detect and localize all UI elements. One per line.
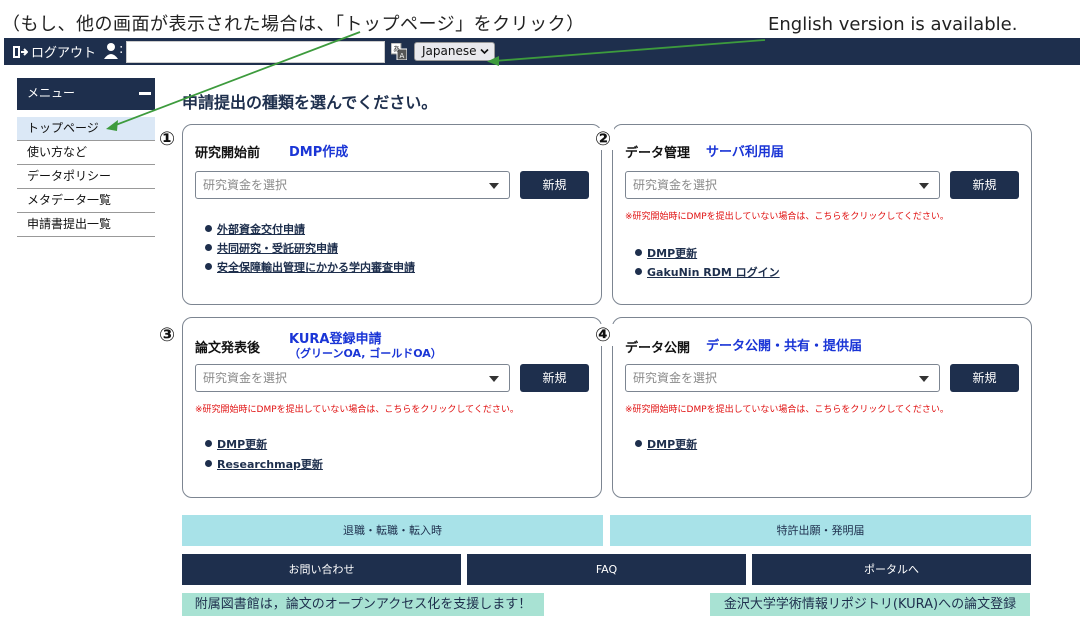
dropdown-arrow-icon [919,183,929,189]
dropdown-arrow-icon [489,183,499,189]
link-dmp-update[interactable]: DMP更新 [205,436,267,452]
annotation-english-note: English version is available. [768,14,1018,35]
card-subtitle: データ公開・共有・提供届 [706,339,863,354]
link-external-funding[interactable]: 外部資金交付申請 [205,221,305,237]
kura-registration-note[interactable]: 金沢大学学術情報リポジトリ(KURA)への論文登録 [710,593,1030,616]
bullet-icon [205,440,212,447]
link-text: Researchmap更新 [217,458,323,471]
card-data-publication: データ公開 データ公開・共有・提供届 研究資金を選択 新規 ※研究開始時にDMP… [612,317,1032,498]
new-button[interactable]: 新規 [520,364,589,392]
link-text: 安全保障輸出管理にかかる学内審査申請 [217,261,415,274]
annotation-top-page-note: （もし、他の画面が表示された場合は、「トップページ」をクリック） [2,14,585,35]
bullet-icon [205,263,212,270]
link-dmp-update[interactable]: DMP更新 [635,436,697,452]
link-dmp-update[interactable]: DMP更新 [635,245,697,261]
page-title: 申請提出の種類を選んでください。 [182,93,438,112]
card-title: 論文発表後 [195,341,261,356]
new-button[interactable]: 新規 [950,171,1019,199]
card-number-1: ① [156,128,178,150]
contact-button[interactable]: お問い合わせ [182,554,461,585]
retirement-transfer-button[interactable]: 退職・転職・転入時 [182,515,603,546]
funding-select-placeholder: 研究資金を選択 [633,371,718,385]
faq-button[interactable]: FAQ [467,554,746,585]
user-colon: : [119,42,124,57]
card-title: 研究開始前 [195,146,261,161]
card-subtitle-oa: （グリーンOA, ゴールドOA） [289,347,442,360]
logout-button[interactable]: ログアウト [12,42,96,61]
funding-select-placeholder: 研究資金を選択 [203,178,288,192]
card-number-4: ④ [592,324,614,346]
card-subtitle: サーバ利用届 [706,145,784,160]
new-button[interactable]: 新規 [520,171,589,199]
funding-select[interactable]: 研究資金を選択 [625,364,940,392]
chevron-down-icon [480,48,489,55]
patent-invention-button[interactable]: 特許出願・発明届 [610,515,1031,546]
portal-button[interactable]: ポータルへ [752,554,1031,585]
bullet-icon [205,225,212,232]
funding-select-placeholder: 研究資金を選択 [203,371,288,385]
link-text: DMP更新 [217,438,268,451]
language-select-value: Japanese [422,44,477,58]
card-number-3: ③ [156,324,178,346]
link-joint-research[interactable]: 共同研究・受託研究申請 [205,240,338,256]
no-dmp-warning-link[interactable]: ※研究開始時にDMPを提出していない場合は、こちらをクリックしてください。 [625,402,949,415]
card-subtitle: DMP作成 [289,145,349,160]
sidebar-item-application-list[interactable]: 申請書提出一覧 [17,213,155,237]
no-dmp-warning-link[interactable]: ※研究開始時にDMPを提出していない場合は、こちらをクリックしてください。 [625,209,949,222]
bullet-icon [635,268,642,275]
sidebar-item-metadata-list[interactable]: メタデータ一覧 [17,189,155,213]
bullet-icon [205,244,212,251]
new-button[interactable]: 新規 [950,364,1019,392]
link-text: 外部資金交付申請 [217,223,305,236]
funding-select[interactable]: 研究資金を選択 [195,364,510,392]
link-gakunin-rdm[interactable]: GakuNin RDM ログイン [635,264,780,280]
funding-select[interactable]: 研究資金を選択 [195,171,510,199]
link-researchmap-update[interactable]: Researchmap更新 [205,456,323,472]
logout-label: ログアウト [31,46,97,61]
sidebar-item-data-policy[interactable]: データポリシー [17,165,155,189]
link-text: 共同研究・受託研究申請 [217,242,338,255]
user-icon [104,43,118,59]
funding-select-placeholder: 研究資金を選択 [633,178,718,192]
card-after-publication: 論文発表後 KURA登録申請 （グリーンOA, ゴールドOA） 研究資金を選択 … [182,317,602,498]
topbar-edge [0,38,4,65]
no-dmp-warning-link[interactable]: ※研究開始時にDMPを提出していない場合は、こちらをクリックしてください。 [195,402,519,415]
card-before-research: 研究開始前 DMP作成 研究資金を選択 新規 外部資金交付申請 共同研究・受託研… [182,124,602,305]
logout-icon [13,45,28,58]
link-export-control[interactable]: 安全保障輸出管理にかかる学内審査申請 [205,259,415,275]
bullet-icon [635,440,642,447]
bullet-icon [205,460,212,467]
translate-icon: あ A [391,43,407,60]
dropdown-arrow-icon [919,376,929,382]
sidebar-menu-header[interactable]: メニュー [17,78,155,110]
top-bar: ログアウト : あ A Japanese [0,38,1080,65]
funding-select[interactable]: 研究資金を選択 [625,171,940,199]
link-text: GakuNin RDM ログイン [647,266,780,279]
language-select[interactable]: Japanese [414,42,495,61]
link-text: DMP更新 [647,438,698,451]
card-data-management: データ管理 サーバ利用届 研究資金を選択 新規 ※研究開始時にDMPを提出してい… [612,124,1032,305]
card-title: データ管理 [625,146,691,161]
collapse-icon[interactable] [139,92,151,95]
sidebar-item-usage[interactable]: 使い方など [17,141,155,165]
sidebar-item-top-page[interactable]: トップページ [17,117,155,141]
library-oa-support-note[interactable]: 附属図書館は，論文のオープンアクセス化を支援します！ [182,593,544,616]
svg-text:A: A [400,52,405,60]
dropdown-arrow-icon [489,376,499,382]
user-name-field [126,41,385,63]
link-text: DMP更新 [647,247,698,260]
sidebar-menu-title: メニュー [27,86,76,100]
bullet-icon [635,249,642,256]
card-number-2: ② [592,128,614,150]
card-title: データ公開 [625,341,691,356]
